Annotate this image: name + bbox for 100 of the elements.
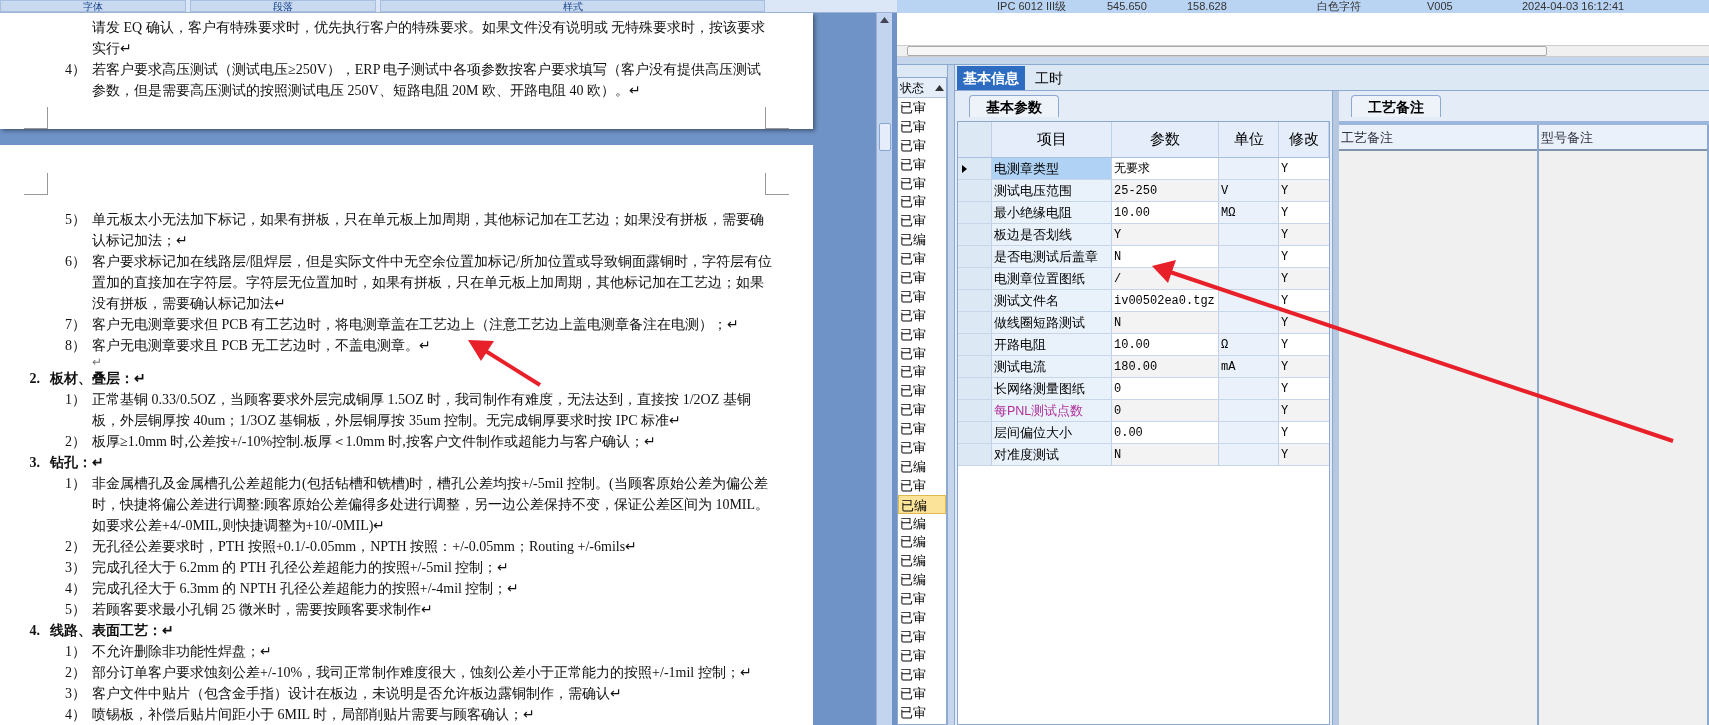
table-cell-text: IPC 6012 III级: [997, 0, 1068, 13]
document-paragraph: 无孔径公差要求时，PTH 按照+0.1/-0.05mm，NPTH 按照：+/-0.05mm；Routing +/-6mils↵: [92, 538, 639, 556]
paragraph-mark: ↵: [92, 354, 102, 371]
splitter[interactable]: [897, 57, 1709, 65]
notes-field[interactable]: [1339, 151, 1537, 725]
vertical-scrollbar[interactable]: [876, 13, 892, 725]
status-cell[interactable]: 已审: [898, 475, 946, 495]
table-cell-text: V005: [1427, 0, 1454, 13]
document-paragraph: 客户无电测章要求但 PCB 有工艺边时，将电测章盖在工艺边上（注意工艺边上盖电测章备注在电测）；↵: [92, 316, 741, 334]
item-number: 4）: [64, 706, 87, 724]
status-cell[interactable]: 已审: [898, 249, 946, 268]
document-paragraph: 单元板太小无法加下标记，如果有拼板，只在单元板上加周期，其他标记加在工艺边；如果没有拼板，需要确认标记加法；↵: [92, 211, 765, 250]
status-cell[interactable]: 已审: [898, 400, 946, 420]
tab[interactable]: 基本信息: [957, 66, 1025, 90]
ribbon-group-label: 样式: [380, 0, 765, 12]
table-cell-text: Y: [1280, 403, 1290, 420]
panel-tab[interactable]: 工艺备注: [1351, 95, 1441, 117]
item-number: 5）: [64, 601, 87, 619]
column-header[interactable]: 工艺备注: [1339, 125, 1537, 151]
margin-mark: [765, 107, 789, 129]
margin-mark: [765, 173, 789, 195]
margin-mark: [24, 173, 48, 195]
tab[interactable]: 工时: [1029, 66, 1069, 90]
status-cell[interactable]: 已审: [898, 626, 946, 646]
status-cell[interactable]: 已编: [898, 570, 946, 590]
item-number: 3）: [64, 559, 87, 577]
notes-field[interactable]: [1539, 151, 1707, 725]
status-cell[interactable]: 已编: [898, 456, 946, 476]
item-number: 2）: [64, 664, 87, 682]
column-header[interactable]: 型号备注: [1539, 125, 1707, 151]
scroll-thumb[interactable]: [907, 46, 1547, 56]
ribbon-group-label: 字体: [0, 0, 186, 12]
status-cell[interactable]: 已审: [898, 305, 946, 325]
section-heading: 线路、表面工艺：↵: [50, 622, 174, 640]
sort-up-icon[interactable]: [935, 84, 944, 91]
status-cell[interactable]: 已审: [898, 381, 946, 401]
corner-cell[interactable]: [958, 122, 992, 157]
table-cell-text: 白色字符: [1317, 0, 1362, 13]
status-cell[interactable]: 已编: [898, 494, 946, 514]
status-cell[interactable]: 已审: [898, 419, 946, 439]
table-cell: mA: [1219, 356, 1279, 377]
status-cell[interactable]: 已审: [898, 211, 946, 231]
status-cell[interactable]: 已审: [898, 589, 946, 609]
table-cell: 最小绝缘电阻: [992, 202, 1112, 223]
status-cell[interactable]: 已审: [898, 664, 946, 684]
row-header[interactable]: [958, 158, 992, 179]
item-number: 7）: [64, 316, 87, 334]
item-number: 6）: [64, 253, 87, 271]
horizontal-scrollbar[interactable]: [897, 45, 1709, 57]
document-paragraph: 请发 EQ 确认，客户有特殊要求时，优先执行客户的特殊要求。如果文件没有说明或 无特殊要求时，按该要求实行↵: [92, 19, 767, 58]
panel-tab[interactable]: 基本参数: [969, 95, 1059, 117]
table-cell: 开路电阻: [992, 334, 1112, 355]
status-cell[interactable]: 已编: [898, 551, 946, 571]
status-cell[interactable]: 已审: [898, 343, 946, 363]
table-cell: MΩ: [1219, 202, 1279, 223]
status-cell[interactable]: 已审: [898, 324, 946, 344]
table-cell-text: 2024-04-03 16:12:41: [1522, 0, 1626, 13]
status-cell[interactable]: 已审: [898, 154, 946, 174]
status-cell[interactable]: 已审: [898, 116, 946, 136]
document-paragraph: 完成孔径大于 6.3mm 的 NPTH 孔径公差超能力的按照+/-4mil 控制；↵: [92, 580, 521, 598]
table-cell: 对准度测试: [992, 444, 1112, 465]
column-header[interactable]: 参数: [1112, 122, 1219, 157]
status-cell[interactable]: 已审: [898, 173, 946, 193]
table-cell-text: Y: [1280, 337, 1290, 354]
status-cell[interactable]: 已编: [898, 532, 946, 552]
column-header[interactable]: 项目: [992, 122, 1112, 157]
splitter[interactable]: [1333, 91, 1339, 725]
scroll-thumb[interactable]: [878, 123, 891, 151]
column-header[interactable]: 修改: [1279, 122, 1329, 157]
table-cell-text: Y: [1280, 271, 1290, 288]
status-cell[interactable]: 已审: [898, 98, 946, 117]
scroll-up-icon[interactable]: [880, 17, 889, 23]
item-number: 4）: [64, 580, 87, 598]
table-cell: 是否电测试后盖章: [992, 246, 1112, 267]
document-paragraph: 客户要求标记加在线路层/阻焊层，但是实际文件中无空余位置加标记/所加位置或导致铜面露铜时，字符层有位置加的直接加在字符层。字符层无位置加时，如果有拼板，只在单元板上加周期，其他标记加在工艺边；如果没有拼板，需要确认标记加法↵: [92, 253, 772, 313]
status-cell[interactable]: 已审: [898, 192, 946, 212]
table-cell: 做线圈短路测试: [992, 312, 1112, 333]
status-cell[interactable]: 已审: [898, 135, 946, 155]
section-heading: 板材、叠层：↵: [50, 370, 146, 388]
table-cell-text: Y: [1280, 447, 1290, 464]
table-cell: Ω: [1219, 334, 1279, 355]
status-cell[interactable]: 已审: [898, 268, 946, 287]
status-cell[interactable]: 已审: [898, 683, 946, 703]
margin-mark: [24, 107, 48, 129]
table-cell-text: Y: [1280, 425, 1290, 442]
document-paragraph: 客户文件中贴片（包含金手指）设计在板边，未说明是否允许板边露铜制作，需确认↵: [92, 685, 623, 703]
item-number: 5）: [64, 211, 87, 229]
status-cell[interactable]: 已审: [898, 362, 946, 382]
status-cell[interactable]: 已审: [898, 645, 946, 665]
status-cell[interactable]: 已审: [898, 286, 946, 306]
table-cell: 测试电流: [992, 356, 1112, 377]
table-cell: 板边是否划线: [992, 224, 1112, 245]
status-cell[interactable]: 已审: [898, 608, 946, 627]
table-row[interactable]: IPC 6012 III级 545.650 158.628 白色字符 V005 2024-04-03 16:12:41: [897, 0, 1709, 13]
column-header[interactable]: 单位: [1219, 122, 1279, 157]
status-cell[interactable]: 已审: [898, 702, 946, 722]
status-cell[interactable]: 已审: [898, 438, 946, 457]
document-paragraph: 客户无电测章要求且 PCB 无工艺边时，不盖电测章。↵: [92, 337, 433, 355]
status-cell[interactable]: 已编: [898, 513, 946, 533]
status-cell[interactable]: 已编: [898, 230, 946, 250]
